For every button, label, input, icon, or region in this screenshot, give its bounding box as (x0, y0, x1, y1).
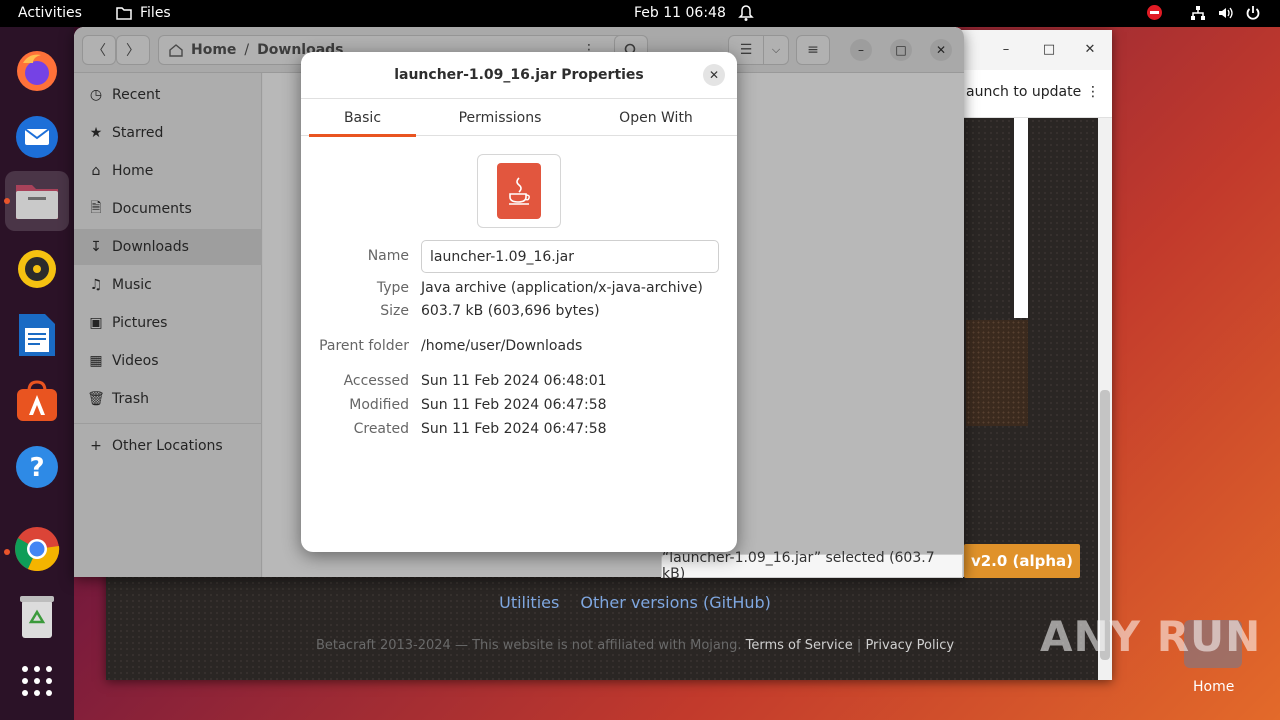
browser-scrollbar[interactable] (1098, 118, 1112, 680)
app-center-icon[interactable] (13, 377, 61, 425)
activities-button[interactable]: Activities (18, 5, 82, 21)
accessed-value: Sun 11 Feb 2024 06:48:01 (421, 373, 607, 389)
parent-folder-label: Parent folder (319, 338, 409, 354)
chrome-icon[interactable] (13, 525, 61, 573)
size-value: 603.7 kB (603,696 bytes) (421, 303, 600, 319)
parent-folder-link[interactable]: /home/user/Downloads (421, 338, 582, 354)
tab-basic[interactable]: Basic (309, 99, 416, 137)
dialog-close-button[interactable]: ✕ (703, 64, 725, 86)
bell-icon[interactable] (738, 4, 754, 22)
trash-icon[interactable] (13, 593, 61, 641)
name-field[interactable] (421, 240, 719, 273)
libreoffice-writer-icon[interactable] (13, 311, 61, 359)
privacy-link[interactable]: Privacy Policy (865, 638, 954, 653)
clock[interactable]: Feb 11 06:48 (634, 5, 726, 21)
page-footer: Betacraft 2013-2024 — This website is no… (106, 638, 1164, 653)
do-not-disturb-icon[interactable] (1147, 5, 1162, 20)
folder-icon (116, 7, 132, 20)
other-versions-link[interactable]: Other versions (GitHub) (580, 593, 770, 612)
file-icon-button[interactable] (477, 154, 561, 228)
top-bar: Activities Files Feb 11 06:48 (0, 0, 1280, 27)
type-value: Java archive (application/x-java-archive… (421, 280, 703, 296)
help-icon[interactable]: ? (13, 443, 61, 491)
dock: ? (0, 27, 74, 720)
dialog-title: launcher-1.09_16.jar Properties (394, 67, 644, 83)
maximize-icon[interactable]: □ (1041, 42, 1057, 58)
created-label: Created (353, 421, 409, 437)
show-apps-icon[interactable] (13, 657, 61, 705)
running-indicator (4, 198, 10, 204)
running-indicator (4, 549, 10, 555)
power-icon[interactable] (1245, 5, 1261, 21)
page-panel (1014, 118, 1028, 318)
accessed-label: Accessed (343, 373, 409, 389)
utilities-link[interactable]: Utilities (499, 593, 559, 612)
modified-value: Sun 11 Feb 2024 06:47:58 (421, 397, 607, 413)
dirt-texture (966, 320, 1028, 426)
tab-permissions[interactable]: Permissions (437, 99, 563, 136)
terms-link[interactable]: Terms of Service (746, 638, 853, 653)
footer-separator: | (856, 638, 862, 653)
app-menu[interactable]: Files (116, 5, 171, 21)
created-value: Sun 11 Feb 2024 06:47:58 (421, 421, 607, 437)
dialog-tabs: Basic Permissions Open With (301, 98, 737, 137)
dialog-titlebar: launcher-1.09_16.jar Properties (301, 52, 737, 98)
modified-label: Modified (349, 397, 409, 413)
browser-menu-icon[interactable]: ⋮ (1086, 84, 1100, 100)
java-archive-icon (497, 163, 541, 219)
app-menu-label: Files (140, 5, 171, 21)
page-links: Utilities Other versions (GitHub) (106, 593, 1164, 612)
type-label: Type (376, 280, 409, 296)
thunderbird-icon[interactable] (13, 113, 61, 161)
size-label: Size (380, 303, 409, 319)
copyright-text: Betacraft 2013-2024 — This website is no… (315, 638, 742, 653)
firefox-icon[interactable] (13, 47, 61, 95)
rhythmbox-icon[interactable] (13, 245, 61, 293)
network-icon[interactable] (1190, 5, 1206, 21)
close-icon: ✕ (708, 68, 720, 82)
properties-dialog: launcher-1.09_16.jar Properties ✕ Basic … (301, 52, 737, 552)
selection-status: “launcher-1.09_16.jar” selected (603.7 k… (661, 550, 963, 582)
close-icon[interactable]: ✕ (1082, 42, 1098, 58)
download-alpha-button[interactable]: v2.0 (alpha) (964, 544, 1080, 578)
watermark-logo: ANY RUN (1040, 612, 1262, 661)
name-label: Name (367, 248, 409, 264)
files-icon[interactable] (5, 171, 69, 231)
update-notice[interactable]: aunch to update (966, 84, 1081, 100)
volume-icon[interactable] (1217, 5, 1233, 21)
minimize-icon[interactable]: – (998, 42, 1014, 58)
desktop-home-label[interactable]: Home (1193, 679, 1234, 695)
svg-text:?: ? (29, 453, 44, 483)
tab-open-with[interactable]: Open With (591, 99, 721, 136)
